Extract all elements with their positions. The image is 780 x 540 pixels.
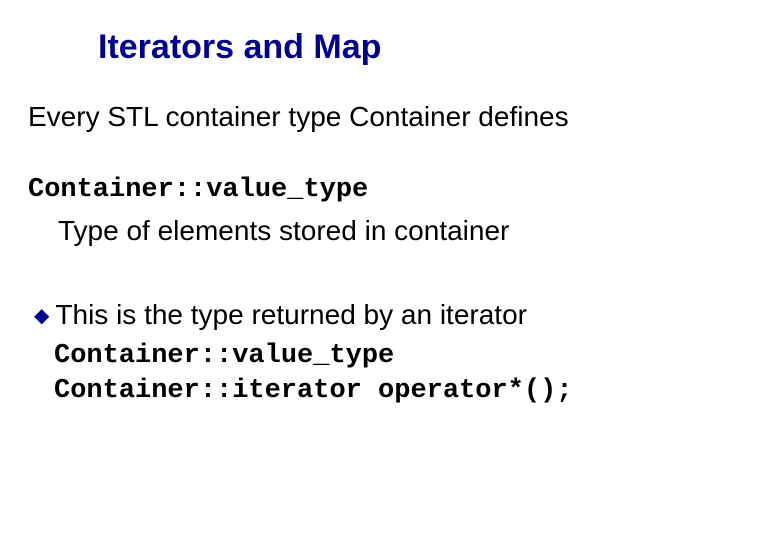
code-line-2: Container::iterator operator*(); bbox=[54, 374, 752, 409]
diamond-icon: ◆ bbox=[34, 299, 49, 333]
code-type-name: Container::value_type bbox=[28, 175, 752, 205]
bullet-text: This is the type returned by an iterator bbox=[55, 299, 527, 331]
slide-content: Iterators and Map Every STL container ty… bbox=[0, 0, 780, 540]
intro-text: Every STL container type Container defin… bbox=[28, 101, 752, 133]
bullet-item: ◆ This is the type returned by an iterat… bbox=[34, 299, 752, 333]
code-type-description: Type of elements stored in container bbox=[58, 215, 752, 247]
code-line-1: Container::value_type bbox=[54, 339, 752, 374]
slide-title: Iterators and Map bbox=[98, 28, 752, 67]
